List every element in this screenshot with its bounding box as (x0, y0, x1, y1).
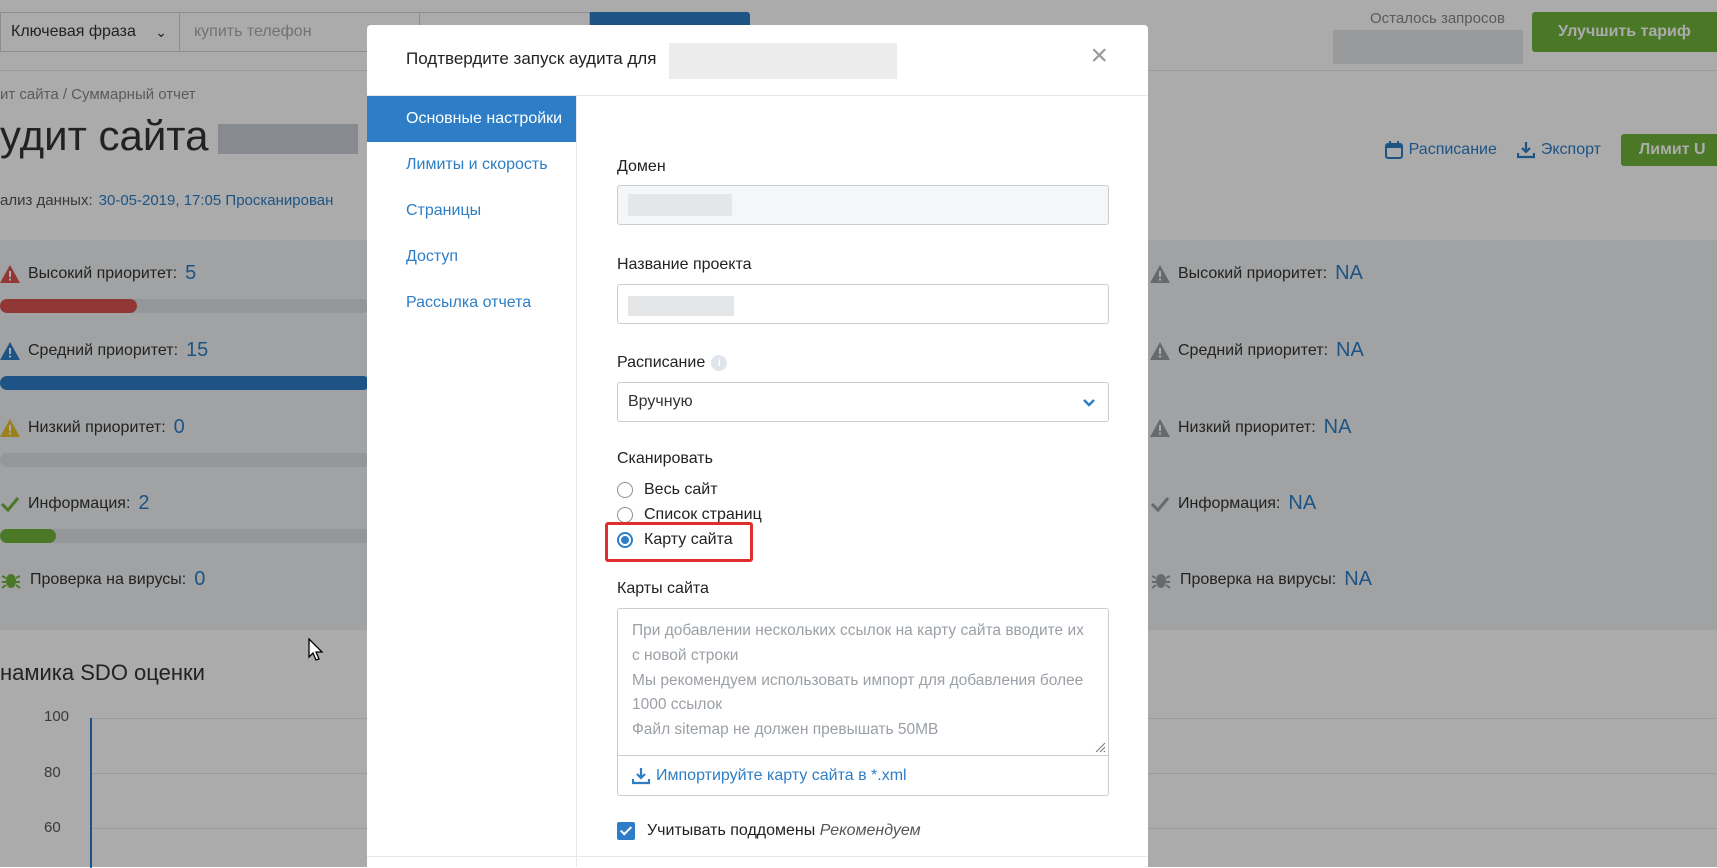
project-name-field[interactable] (617, 284, 1109, 324)
close-icon[interactable]: × (1090, 41, 1108, 71)
textarea-placeholder-line: Мы рекомендуем использовать импорт для д… (632, 671, 1084, 714)
import-sitemap-link[interactable]: Импортируйте карту сайта в *.xml (617, 756, 1109, 796)
radio-button[interactable] (617, 482, 633, 498)
modal-header: Подтвердите запуск аудита для × (367, 25, 1148, 96)
sitemaps-label: Карты сайта (617, 580, 709, 597)
import-sitemap-label: Импортируйте карту сайта в *.xml (656, 766, 907, 784)
site-name-blurred (669, 43, 897, 79)
domain-label: Домен (617, 158, 666, 175)
sitemaps-textarea[interactable]: При добавлении нескольких ссылок на карт… (617, 608, 1109, 756)
schedule-label-text: Расписание (617, 354, 706, 371)
modal-footer-divider (367, 856, 1148, 857)
resize-handle-icon[interactable] (1094, 741, 1106, 753)
chevron-down-icon (1083, 399, 1095, 407)
domain-field (617, 185, 1109, 225)
schedule-select[interactable]: Вручную (617, 382, 1109, 422)
subdomains-checkbox[interactable] (617, 822, 635, 840)
nav-item-pages[interactable]: Страницы (367, 188, 576, 234)
nav-item-basic-settings[interactable]: Основные настройки (367, 96, 576, 142)
recommended-note: Рекомендуем (819, 822, 921, 839)
subdomains-label: Учитывать поддомены Рекомендуем (647, 822, 921, 840)
mouse-cursor-icon (308, 638, 324, 661)
modal-title: Подтвердите запуск аудита для (406, 49, 657, 68)
scan-label: Сканировать (617, 450, 713, 467)
download-icon (632, 767, 650, 784)
radio-button[interactable] (617, 507, 633, 523)
subdomains-option[interactable]: Учитывать поддомены Рекомендуем (617, 822, 921, 840)
project-name-value-blurred (628, 296, 734, 316)
scan-option-whole-site[interactable]: Весь сайт (617, 481, 718, 499)
nav-item-report-mailing[interactable]: Рассылка отчета (367, 280, 576, 326)
modal-settings-nav: Основные настройки Лимиты и скорость Стр… (367, 96, 577, 867)
radio-label: Весь сайт (644, 481, 718, 498)
highlight-annotation (605, 522, 753, 562)
nav-item-access[interactable]: Доступ (367, 234, 576, 280)
textarea-placeholder-line: Файл sitemap не должен превышать 50MB (632, 721, 939, 739)
subdomains-label-text: Учитывать поддомены (647, 822, 816, 839)
info-icon[interactable]: i (711, 354, 728, 371)
audit-confirm-modal: Подтвердите запуск аудита для × Основные… (367, 25, 1148, 867)
domain-value-blurred (628, 194, 732, 216)
project-name-label: Название проекта (617, 256, 752, 273)
schedule-label: Расписание i (617, 354, 728, 372)
textarea-placeholder-line: При добавлении нескольких ссылок на карт… (632, 622, 1084, 664)
nav-item-limits-speed[interactable]: Лимиты и скорость (367, 142, 576, 188)
schedule-select-value: Вручную (628, 393, 693, 410)
